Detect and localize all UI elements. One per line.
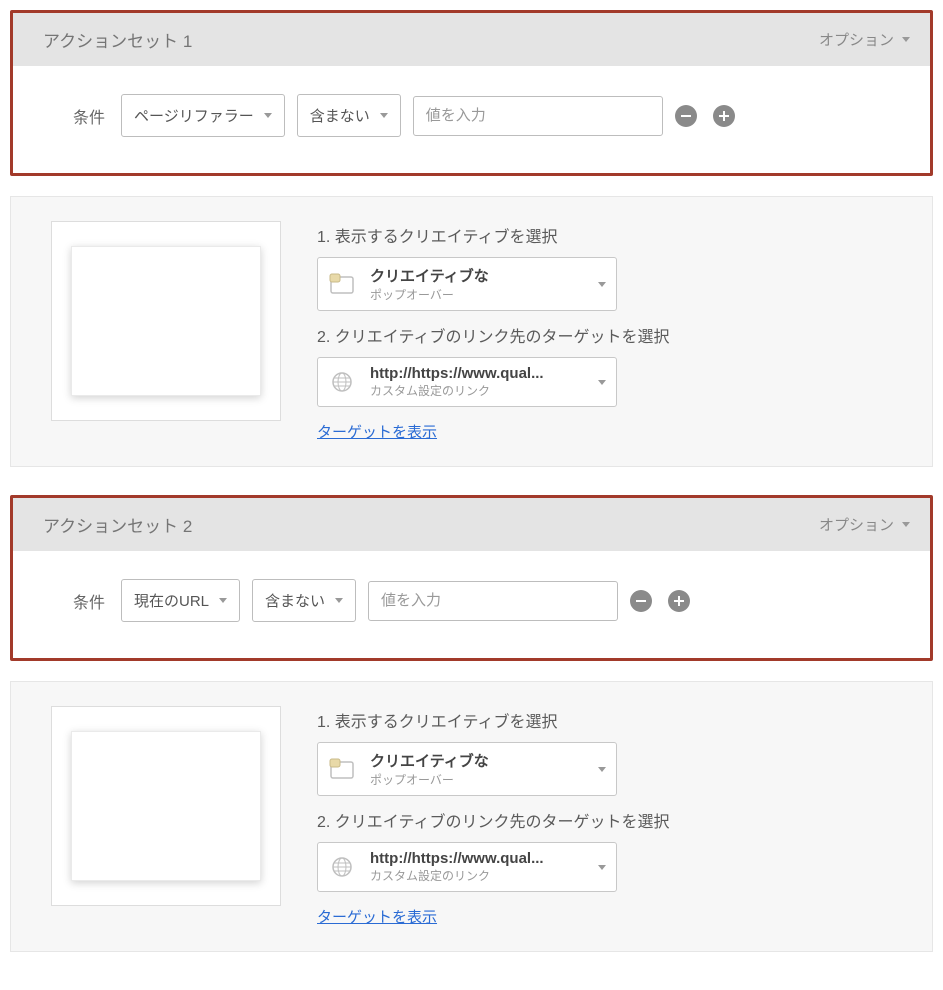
condition-row: 条件 現在のURL 含まない xyxy=(13,551,930,658)
action-set-title: アクションセット 2 xyxy=(43,512,192,537)
step2-label: 2. クリエイティブのリンク先のターゲットを選択 xyxy=(317,323,912,347)
target-picker-texts: http://https://www.qual... カスタム設定のリンク xyxy=(370,365,584,399)
view-target-link[interactable]: ターゲットを表示 xyxy=(317,906,912,927)
chevron-down-icon xyxy=(598,282,606,287)
chevron-down-icon xyxy=(598,380,606,385)
popover-icon xyxy=(328,272,356,296)
target-picker-title: http://https://www.qual... xyxy=(370,850,584,867)
chevron-down-icon xyxy=(264,113,272,118)
condition-field-value: 現在のURL xyxy=(134,590,209,611)
creative-picker-title: クリエイティブな xyxy=(370,750,584,771)
plus-icon xyxy=(673,595,685,607)
view-target-link[interactable]: ターゲットを表示 xyxy=(317,421,912,442)
step1-label: 1. 表示するクリエイティブを選択 xyxy=(317,223,912,247)
creative-picker-subtitle: ポップオーバー xyxy=(370,286,584,303)
condition-value-input[interactable] xyxy=(368,581,618,621)
action-set-header: アクションセット 2 オプション xyxy=(13,498,930,551)
condition-field-dropdown[interactable]: 現在のURL xyxy=(121,579,240,622)
creative-picker-texts: クリエイティブな ポップオーバー xyxy=(370,750,584,788)
condition-operator-dropdown[interactable]: 含まない xyxy=(252,579,356,622)
globe-icon xyxy=(328,855,356,879)
target-picker[interactable]: http://https://www.qual... カスタム設定のリンク xyxy=(317,357,617,407)
creative-picker[interactable]: クリエイティブな ポップオーバー xyxy=(317,742,617,796)
minus-icon xyxy=(635,595,647,607)
options-dropdown[interactable]: オプション xyxy=(819,29,910,50)
creative-picker-subtitle: ポップオーバー xyxy=(370,771,584,788)
remove-condition-button[interactable] xyxy=(675,105,697,127)
creative-config-2: 1. 表示するクリエイティブを選択 クリエイティブな ポップオーバー 2. クリ… xyxy=(10,681,933,952)
options-dropdown[interactable]: オプション xyxy=(819,514,910,535)
condition-field-dropdown[interactable]: ページリファラー xyxy=(121,94,285,137)
condition-operator-value: 含まない xyxy=(310,105,370,126)
creative-fields: 1. 表示するクリエイティブを選択 クリエイティブな ポップオーバー 2. クリ… xyxy=(317,221,912,442)
chevron-down-icon xyxy=(902,37,910,42)
plus-icon xyxy=(718,110,730,122)
creative-config-1: 1. 表示するクリエイティブを選択 クリエイティブな ポップオーバー 2. クリ… xyxy=(10,196,933,467)
condition-operator-dropdown[interactable]: 含まない xyxy=(297,94,401,137)
chevron-down-icon xyxy=(335,598,343,603)
target-picker-texts: http://https://www.qual... カスタム設定のリンク xyxy=(370,850,584,884)
creative-thumbnail-inner xyxy=(71,731,261,881)
action-set-title: アクションセット 1 xyxy=(43,27,192,52)
action-set-header: アクションセット 1 オプション xyxy=(13,13,930,66)
condition-label: 条件 xyxy=(73,104,105,128)
step1-label: 1. 表示するクリエイティブを選択 xyxy=(317,708,912,732)
condition-value-input[interactable] xyxy=(413,96,663,136)
globe-icon xyxy=(328,370,356,394)
action-set-1: アクションセット 1 オプション 条件 ページリファラー 含まない xyxy=(10,10,933,176)
condition-row: 条件 ページリファラー 含まない xyxy=(13,66,930,173)
popover-icon xyxy=(328,757,356,781)
creative-thumbnail xyxy=(51,706,281,906)
target-picker-title: http://https://www.qual... xyxy=(370,365,584,382)
creative-thumbnail-inner xyxy=(71,246,261,396)
chevron-down-icon xyxy=(380,113,388,118)
condition-field-value: ページリファラー xyxy=(134,105,254,126)
action-set-2: アクションセット 2 オプション 条件 現在のURL 含まない xyxy=(10,495,933,661)
minus-icon xyxy=(680,110,692,122)
condition-operator-value: 含まない xyxy=(265,590,325,611)
creative-picker[interactable]: クリエイティブな ポップオーバー xyxy=(317,257,617,311)
chevron-down-icon xyxy=(219,598,227,603)
remove-condition-button[interactable] xyxy=(630,590,652,612)
add-condition-button[interactable] xyxy=(713,105,735,127)
target-picker-subtitle: カスタム設定のリンク xyxy=(370,382,584,399)
chevron-down-icon xyxy=(902,522,910,527)
condition-value-field[interactable] xyxy=(381,592,605,609)
target-picker-subtitle: カスタム設定のリンク xyxy=(370,867,584,884)
condition-value-field[interactable] xyxy=(426,107,650,124)
options-label: オプション xyxy=(819,29,894,50)
creative-thumbnail xyxy=(51,221,281,421)
condition-label: 条件 xyxy=(73,589,105,613)
chevron-down-icon xyxy=(598,767,606,772)
creative-picker-title: クリエイティブな xyxy=(370,265,584,286)
step2-label: 2. クリエイティブのリンク先のターゲットを選択 xyxy=(317,808,912,832)
chevron-down-icon xyxy=(598,865,606,870)
options-label: オプション xyxy=(819,514,894,535)
add-condition-button[interactable] xyxy=(668,590,690,612)
target-picker[interactable]: http://https://www.qual... カスタム設定のリンク xyxy=(317,842,617,892)
creative-picker-texts: クリエイティブな ポップオーバー xyxy=(370,265,584,303)
creative-fields: 1. 表示するクリエイティブを選択 クリエイティブな ポップオーバー 2. クリ… xyxy=(317,706,912,927)
